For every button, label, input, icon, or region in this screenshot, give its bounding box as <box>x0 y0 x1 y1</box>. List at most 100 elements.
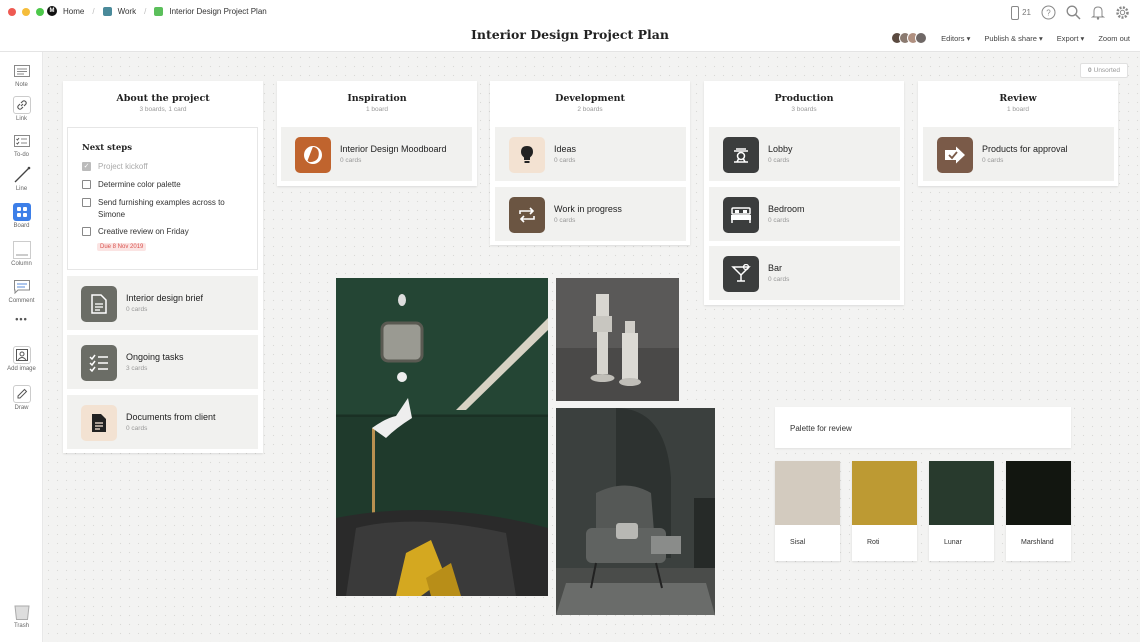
armchair-room-photo[interactable] <box>556 408 715 615</box>
board-name: Lobby <box>768 144 793 154</box>
board-card-bar[interactable]: Bar 0 cards <box>709 246 900 300</box>
todo-item[interactable]: Determine color palette <box>82 179 181 191</box>
todo-item[interactable]: Creative review on Friday <box>82 226 189 238</box>
checkbox-checked[interactable]: ✓ <box>82 162 91 171</box>
color-swatch-roti[interactable]: Roti <box>852 461 917 561</box>
board-name: Ongoing tasks <box>126 352 184 362</box>
tool-board[interactable]: Board <box>0 203 43 229</box>
breadcrumb-separator: / <box>92 6 95 16</box>
breadcrumb-home[interactable]: M Home <box>47 6 84 16</box>
bed-icon <box>723 197 759 233</box>
board-card-interior-design-moodboard[interactable]: Interior Design Moodboard 0 cards <box>281 127 472 181</box>
column-subtitle: 1 board <box>1006 106 1030 113</box>
column-subtitle: 2 boards <box>577 106 603 113</box>
column-title: Review <box>999 93 1037 104</box>
todo-title: Next steps <box>82 143 132 153</box>
maximize-window-button[interactable] <box>36 8 44 16</box>
tool-column[interactable]: Column <box>0 241 43 267</box>
tool-draw[interactable]: Draw <box>0 385 43 411</box>
column-title: Inspiration <box>347 93 407 104</box>
close-window-button[interactable] <box>8 8 16 16</box>
board-card-ideas[interactable]: Ideas 0 cards <box>495 127 686 181</box>
devices-button[interactable]: 21 <box>1010 5 1031 20</box>
board-name: Interior design brief <box>126 293 204 303</box>
note-icon <box>13 62 31 80</box>
pencil-icon <box>12 385 31 403</box>
board-card-work-in-progress[interactable]: Work in progress 0 cards <box>495 187 686 241</box>
publish-share-menu[interactable]: Publish & share ▾ <box>984 34 1042 43</box>
line-icon <box>13 166 31 184</box>
todo-item[interactable]: Send furnishing examples across to Simon… <box>82 197 247 221</box>
bell-icon[interactable] <box>1091 5 1105 20</box>
comment-icon <box>13 278 31 296</box>
todo-icon <box>13 132 31 150</box>
breadcrumb-work[interactable]: Work <box>102 6 136 16</box>
export-menu[interactable]: Export ▾ <box>1057 34 1085 43</box>
board-color-icon <box>154 6 164 16</box>
column-icon <box>12 241 31 259</box>
color-swatch-sisal[interactable]: Sisal <box>775 461 840 561</box>
board-card-bedroom[interactable]: Bedroom 0 cards <box>709 187 900 241</box>
palette-title-card[interactable]: Palette for review <box>775 407 1071 448</box>
editor-avatars[interactable] <box>891 32 928 44</box>
column-header: Inspiration 1 board <box>277 81 477 113</box>
tool-link[interactable]: Link <box>0 96 43 122</box>
settings-gear-icon[interactable] <box>1115 5 1130 20</box>
cocktail-icon <box>723 256 759 292</box>
checkbox[interactable] <box>82 198 91 207</box>
board-card-ongoing-tasks[interactable]: Ongoing tasks 3 cards <box>67 335 258 389</box>
color-swatch-marshland[interactable]: Marshland <box>1006 461 1071 561</box>
checkbox[interactable] <box>82 227 91 236</box>
document-icon <box>81 286 117 322</box>
board-card-lobby[interactable]: Lobby 0 cards <box>709 127 900 181</box>
help-icon[interactable]: ? <box>1041 5 1056 20</box>
swatch-label: Sisal <box>790 539 806 546</box>
board-card-count: 3 cards <box>126 365 148 372</box>
ceramic-vases-photo[interactable] <box>556 278 679 401</box>
tool-add-image[interactable]: Add image <box>0 346 43 372</box>
lobby-icon <box>723 137 759 173</box>
top-right-icons: 21 ? <box>1010 5 1130 20</box>
minimize-window-button[interactable] <box>22 8 30 16</box>
board-card-count: 0 cards <box>554 217 576 224</box>
milanote-logo-icon: M <box>47 6 57 16</box>
window-controls <box>8 8 44 16</box>
board-card-count: 0 cards <box>768 217 790 224</box>
tool-comment[interactable]: Comment <box>0 278 43 304</box>
tool-line[interactable]: Line <box>0 166 43 192</box>
column-subtitle: 1 board <box>365 106 389 113</box>
green-room-photo[interactable] <box>336 278 548 596</box>
editors-menu[interactable]: Editors ▾ <box>941 34 970 43</box>
due-date-badge[interactable]: Due 8 Nov 2019 <box>97 243 147 251</box>
breadcrumb-current[interactable]: Interior Design Project Plan <box>154 6 267 16</box>
column-header: Development 2 boards <box>490 81 690 113</box>
board-name: Bar <box>768 263 783 273</box>
board-card-count: 0 cards <box>768 276 790 283</box>
swatch-color <box>775 461 840 525</box>
svg-text:?: ? <box>1046 9 1051 18</box>
zoom-out-button[interactable]: Zoom out <box>1098 34 1130 43</box>
board-icon <box>12 203 31 221</box>
unsorted-button[interactable]: 0 Unsorted <box>1080 63 1128 78</box>
approve-arrow-icon <box>937 137 973 173</box>
title-bar: M Home / Work / Interior Design Project … <box>0 0 1140 52</box>
breadcrumb-separator: / <box>144 6 147 16</box>
search-icon[interactable] <box>1066 5 1081 20</box>
board-card-count: 0 cards <box>768 157 790 164</box>
column-title: Development <box>555 93 625 104</box>
more-tools-button[interactable]: ••• <box>0 314 43 324</box>
moodboard-icon <box>295 137 331 173</box>
board-card-products-for-approval[interactable]: Products for approval 0 cards <box>923 127 1114 181</box>
checkbox[interactable] <box>82 180 91 189</box>
swatch-color <box>929 461 994 525</box>
board-name: Ideas <box>554 144 577 154</box>
todo-item[interactable]: ✓ Project kickoff <box>82 161 148 173</box>
board-card-count: 0 cards <box>554 157 576 164</box>
trash-button[interactable]: Trash <box>0 603 43 629</box>
color-swatch-lunar[interactable]: Lunar <box>929 461 994 561</box>
board-card-interior-design-brief[interactable]: Interior design brief 0 cards <box>67 276 258 330</box>
board-card-documents-from-client[interactable]: Documents from client 0 cards <box>67 395 258 449</box>
tool-note[interactable]: Note <box>0 62 43 88</box>
board-name: Interior Design Moodboard <box>340 144 447 154</box>
tool-todo[interactable]: To-do <box>0 132 43 158</box>
